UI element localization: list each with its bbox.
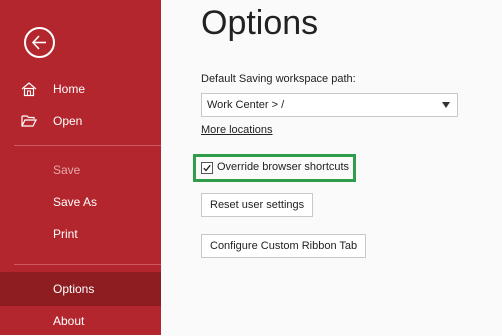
reset-user-settings-button[interactable]: Reset user settings	[201, 193, 314, 217]
sidebar-item-about[interactable]: About	[0, 306, 161, 336]
sidebar-item-label: About	[53, 314, 85, 328]
sidebar-item-label: Open	[53, 114, 83, 128]
override-shortcuts-label[interactable]: Override browser shortcuts	[217, 161, 349, 173]
back-arrow-icon	[31, 35, 46, 50]
configure-ribbon-tab-button[interactable]: Configure Custom Ribbon Tab	[201, 234, 367, 258]
chevron-down-icon	[442, 102, 450, 108]
sidebar-item-label: Print	[53, 227, 78, 241]
folder-open-icon	[21, 115, 37, 127]
sidebar-item-save-as[interactable]: Save As	[0, 187, 161, 217]
sidebar-item-save: Save	[0, 155, 161, 185]
checkmark-icon	[203, 164, 211, 172]
home-icon	[21, 82, 37, 97]
sidebar-item-label: Save	[53, 163, 81, 177]
more-locations-link[interactable]: More locations	[201, 124, 273, 136]
workspace-path-value: Work Center > /	[207, 99, 285, 111]
back-button[interactable]	[24, 27, 55, 58]
sidebar-item-label: Options	[53, 282, 95, 296]
override-shortcuts-checkbox[interactable]	[201, 162, 213, 174]
workspace-path-label: Default Saving workspace path:	[201, 73, 356, 85]
sidebar-item-print[interactable]: Print	[0, 219, 161, 249]
sidebar-item-label: Save As	[53, 195, 98, 209]
sidebar-item-options[interactable]: Options	[0, 272, 161, 306]
workspace-path-select[interactable]: Work Center > /	[201, 93, 458, 117]
divider	[14, 264, 161, 265]
divider	[14, 145, 161, 146]
sidebar-item-home[interactable]: Home	[0, 74, 161, 104]
sidebar: Home Open Save Save As Print Options Abo…	[0, 0, 161, 335]
sidebar-item-label: Home	[53, 82, 86, 96]
page-title: Options	[201, 4, 319, 42]
sidebar-item-open[interactable]: Open	[0, 106, 161, 136]
